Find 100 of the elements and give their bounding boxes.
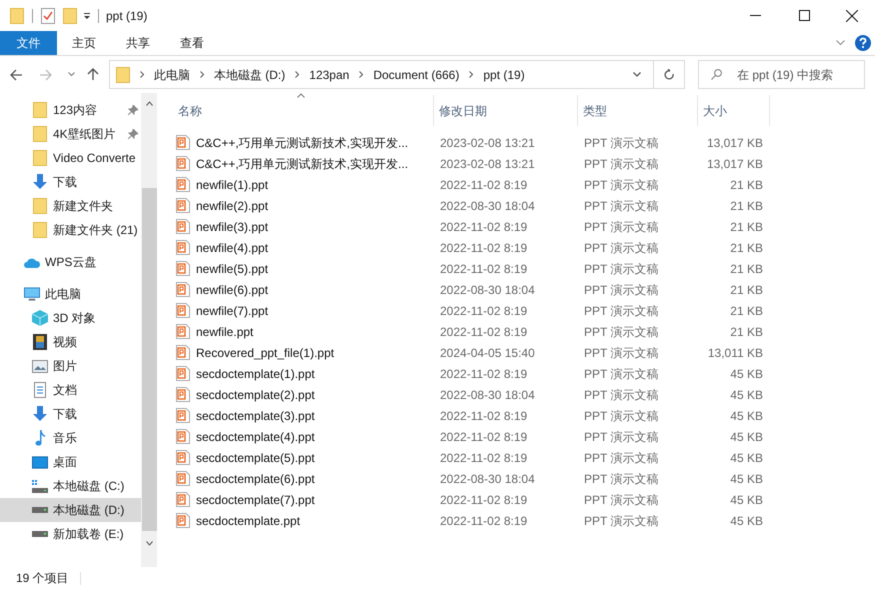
table-cell: 45 KB bbox=[730, 450, 763, 464]
ribbon-tab[interactable]: 查看 bbox=[165, 31, 219, 55]
desktop-icon bbox=[32, 456, 48, 468]
refresh-icon bbox=[664, 68, 675, 80]
file-name[interactable]: newfile.ppt bbox=[196, 322, 254, 340]
table-cell: PPT 演示文稿 bbox=[584, 178, 658, 192]
sidebar-item[interactable]: 新建文件夹 (21) bbox=[0, 218, 141, 242]
sidebar-item[interactable]: 新加载卷 (E:) bbox=[0, 522, 141, 546]
music-note-icon bbox=[34, 430, 46, 446]
file-name[interactable]: newfile(7).ppt bbox=[196, 302, 268, 320]
scrollbar[interactable] bbox=[141, 93, 157, 567]
file-name[interactable]: Recovered_ppt_file(1).ppt bbox=[196, 344, 334, 362]
sidebar-item[interactable]: 4K壁纸图片 bbox=[0, 122, 141, 146]
file-name[interactable]: newfile(6).ppt bbox=[196, 280, 268, 298]
properties-icon[interactable] bbox=[41, 8, 55, 24]
sidebar-item[interactable]: 3D 对象 bbox=[0, 306, 141, 330]
table-cell: 2022-08-30 18:04 bbox=[440, 388, 535, 402]
chevron-right-icon bbox=[359, 71, 364, 78]
table-cell: 21 KB bbox=[730, 324, 763, 338]
presentation-file-icon bbox=[176, 240, 190, 255]
file-name[interactable]: newfile(3).ppt bbox=[196, 218, 268, 236]
sidebar-item[interactable]: 音乐 bbox=[0, 426, 141, 450]
file-name[interactable]: newfile(2).ppt bbox=[196, 196, 268, 214]
help-icon[interactable] bbox=[855, 35, 871, 51]
file-name[interactable]: secdoctemplate(3).ppt bbox=[196, 406, 315, 424]
up-arrow-icon[interactable] bbox=[86, 68, 99, 81]
ribbon-tab[interactable]: 主页 bbox=[57, 31, 111, 55]
table-cell: 2022-11-02 8:19 bbox=[440, 366, 528, 380]
file-name[interactable]: C&C++,巧用单元测试新技术,实现开发... bbox=[196, 134, 408, 152]
presentation-file-icon bbox=[176, 177, 190, 192]
breadcrumb-item[interactable]: 123pan bbox=[309, 66, 350, 84]
table-cell: 2022-08-30 18:04 bbox=[440, 472, 535, 486]
chevron-down-icon[interactable] bbox=[68, 72, 75, 77]
chevron-down-icon[interactable] bbox=[146, 541, 152, 546]
file-name[interactable]: secdoctemplate(7).ppt bbox=[196, 490, 315, 508]
chevron-up-icon[interactable] bbox=[146, 101, 152, 106]
search-field[interactable]: 在 ppt (19) 中搜索 bbox=[698, 60, 866, 89]
file-name[interactable]: secdoctemplate(2).ppt bbox=[196, 386, 315, 404]
presentation-file-icon bbox=[176, 366, 190, 381]
sidebar-item[interactable]: Video Converte bbox=[0, 146, 141, 170]
presentation-file-icon bbox=[176, 156, 190, 171]
sidebar-item[interactable]: 新建文件夹 bbox=[0, 194, 141, 218]
table-cell: 2022-11-02 8:19 bbox=[440, 262, 528, 276]
breadcrumb-item[interactable]: 此电脑 bbox=[154, 66, 190, 84]
table-cell: 2022-11-02 8:19 bbox=[440, 514, 528, 528]
ribbon-tab[interactable]: 文件 bbox=[0, 31, 57, 55]
sidebar-item[interactable]: 123内容 bbox=[0, 98, 141, 122]
presentation-file-icon bbox=[176, 429, 190, 444]
maximize-icon[interactable] bbox=[799, 10, 810, 21]
dropdown-icon[interactable] bbox=[83, 12, 91, 20]
ribbon-tab[interactable]: 共享 bbox=[111, 31, 165, 55]
column-header[interactable]: 类型 bbox=[578, 95, 698, 126]
table-cell: 21 KB bbox=[730, 282, 763, 296]
table-cell: PPT 演示文稿 bbox=[584, 324, 658, 338]
sidebar-item[interactable]: 本地磁盘 (C:) bbox=[0, 474, 141, 498]
file-name[interactable]: newfile(5).ppt bbox=[196, 260, 268, 278]
presentation-file-icon bbox=[176, 135, 190, 150]
file-name[interactable]: secdoctemplate(5).ppt bbox=[196, 448, 315, 466]
sidebar-item[interactable]: 下载 bbox=[0, 170, 141, 194]
table-cell: 2022-11-02 8:19 bbox=[440, 304, 528, 318]
folder-icon bbox=[33, 126, 47, 142]
sidebar-item[interactable]: 本地磁盘 (D:) bbox=[0, 498, 141, 522]
breadcrumb-item[interactable]: ppt (19) bbox=[483, 66, 525, 84]
chevron-down-icon[interactable] bbox=[836, 40, 845, 46]
download-arrow-icon bbox=[32, 174, 48, 190]
table-cell: PPT 演示文稿 bbox=[584, 492, 658, 506]
table-cell: 2024-04-05 15:40 bbox=[440, 346, 535, 360]
file-name[interactable]: secdoctemplate(1).ppt bbox=[196, 364, 315, 382]
column-header[interactable]: 修改日期 bbox=[434, 95, 578, 126]
chevron-right-icon bbox=[469, 71, 474, 78]
file-name[interactable]: newfile(1).ppt bbox=[196, 176, 268, 194]
file-name[interactable]: secdoctemplate(4).ppt bbox=[196, 428, 315, 446]
column-header[interactable]: 名称 bbox=[173, 95, 434, 126]
table-cell: PPT 演示文稿 bbox=[584, 220, 658, 234]
scrollbar-thumb[interactable] bbox=[142, 188, 156, 531]
folder-icon bbox=[33, 222, 47, 238]
table-cell: 2022-11-02 8:19 bbox=[440, 324, 528, 338]
chevron-down-icon[interactable] bbox=[633, 72, 642, 77]
sidebar-item[interactable]: 此电脑 bbox=[0, 282, 141, 306]
breadcrumb-item[interactable]: Document (666) bbox=[373, 66, 460, 84]
sidebar-item[interactable]: 文档 bbox=[0, 378, 141, 402]
table-cell: 21 KB bbox=[730, 198, 763, 212]
search-icon bbox=[711, 69, 722, 80]
file-name[interactable]: secdoctemplate(6).ppt bbox=[196, 470, 315, 488]
breadcrumb-item[interactable]: 本地磁盘 (D:) bbox=[214, 66, 286, 84]
sidebar-item[interactable]: 桌面 bbox=[0, 450, 141, 474]
file-name[interactable]: secdoctemplate.ppt bbox=[196, 512, 300, 530]
table-cell: 45 KB bbox=[730, 514, 763, 528]
sidebar-item[interactable]: 图片 bbox=[0, 354, 141, 378]
column-header[interactable]: 大小 bbox=[698, 95, 770, 126]
address-bar[interactable]: 此电脑 本地磁盘 (D:) 123pan Document (666) ppt (19) bbox=[108, 60, 686, 89]
back-arrow-icon[interactable] bbox=[10, 68, 23, 80]
cube-icon bbox=[32, 310, 48, 326]
file-name[interactable]: newfile(4).ppt bbox=[196, 238, 268, 256]
sidebar-item[interactable]: 下载 bbox=[0, 402, 141, 426]
table-cell: 45 KB bbox=[730, 388, 763, 402]
sidebar-item[interactable]: WPS云盘 bbox=[0, 250, 141, 274]
close-icon[interactable] bbox=[846, 10, 858, 22]
sidebar-item[interactable]: 视频 bbox=[0, 330, 141, 354]
file-name[interactable]: C&C++,巧用单元测试新技术,实现开发... bbox=[196, 154, 408, 172]
